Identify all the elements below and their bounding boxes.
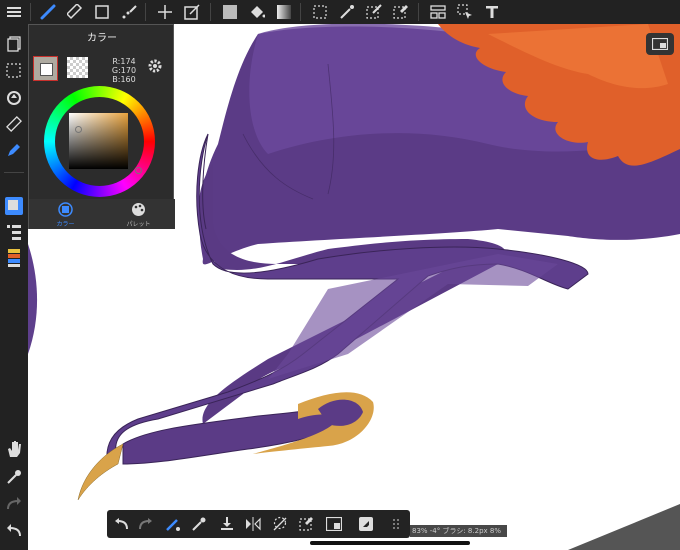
magic-wand-icon[interactable]	[335, 0, 359, 24]
status-readout: 83% -4° ブラシ: 8.2px 8%	[410, 525, 507, 537]
undo-icon[interactable]	[2, 519, 26, 543]
undo-icon[interactable]	[109, 512, 133, 536]
erase-select-icon[interactable]	[295, 512, 319, 536]
eraser-icon[interactable]	[63, 0, 87, 24]
navigator-toggle[interactable]	[646, 33, 674, 55]
top-toolbar	[0, 0, 680, 24]
eyedropper-icon[interactable]	[2, 465, 26, 489]
color-tab-icon	[58, 202, 73, 217]
snap-brush-icon[interactable]	[161, 512, 185, 536]
save-download-icon[interactable]	[215, 512, 239, 536]
select-dashed-icon[interactable]	[2, 59, 26, 83]
tab-palette-label: パレット	[126, 221, 151, 228]
select-arrow-icon[interactable]	[453, 0, 477, 24]
fullscreen-icon[interactable]	[354, 512, 378, 536]
select-pen-icon[interactable]	[362, 0, 386, 24]
rgb-g: G:170	[111, 66, 137, 75]
rotate-icon[interactable]	[2, 86, 26, 110]
hue-picker-knob[interactable]	[135, 167, 142, 174]
navigator-icon	[652, 38, 668, 50]
bottom-toolbar	[107, 510, 410, 538]
left-sidebar	[0, 24, 28, 550]
material-icon[interactable]	[2, 246, 26, 270]
home-indicator[interactable]	[310, 541, 470, 545]
ruler-icon[interactable]	[2, 112, 26, 136]
hand-icon[interactable]	[2, 437, 26, 461]
layer-list-icon[interactable]	[2, 220, 26, 244]
sv-picker-knob[interactable]	[75, 126, 82, 133]
panel-title: カラー	[87, 33, 117, 44]
redo-icon[interactable]	[134, 512, 158, 536]
flip-icon[interactable]	[241, 512, 265, 536]
square-icon[interactable]	[90, 0, 114, 24]
select-rect-icon[interactable]	[308, 0, 332, 24]
eyedropper-icon[interactable]	[187, 512, 211, 536]
palette-icon	[132, 203, 145, 216]
grid-icon[interactable]	[385, 512, 409, 536]
pen-tool-icon[interactable]	[2, 138, 26, 162]
tab-color[interactable]: カラー	[29, 199, 102, 229]
layers-stack-icon[interactable]	[2, 32, 26, 56]
redo-icon[interactable]	[2, 492, 26, 516]
rgb-b: B:160	[112, 75, 136, 84]
bucket-icon[interactable]	[245, 0, 269, 24]
saturation-value-square[interactable]	[69, 113, 128, 169]
tab-palette[interactable]: パレット	[102, 199, 175, 229]
mask-icon[interactable]	[322, 512, 346, 536]
gear-icon[interactable]	[147, 58, 163, 78]
fill-square-icon[interactable]	[218, 0, 242, 24]
transform-icon[interactable]	[180, 0, 204, 24]
layer-panel-icon[interactable]	[426, 0, 450, 24]
main-color-swatch[interactable]	[33, 56, 58, 81]
brush-icon[interactable]	[36, 0, 60, 24]
color-swatch-icon[interactable]	[2, 194, 26, 218]
text-icon[interactable]	[480, 0, 504, 24]
lasso-icon[interactable]	[268, 512, 292, 536]
panel-tabs: カラー パレット	[29, 199, 175, 229]
transparent-color-swatch[interactable]	[67, 57, 88, 78]
gradient-icon[interactable]	[272, 0, 296, 24]
rgb-r: R:174	[112, 57, 136, 66]
select-eraser-icon[interactable]	[389, 0, 413, 24]
dots-brush-icon[interactable]	[117, 0, 141, 24]
menu-icon[interactable]	[2, 0, 26, 24]
color-panel: カラー R:174 G:170 B:160 カラー パレット	[28, 24, 175, 229]
tab-color-label: カラー	[56, 221, 75, 228]
move-icon[interactable]	[153, 0, 177, 24]
